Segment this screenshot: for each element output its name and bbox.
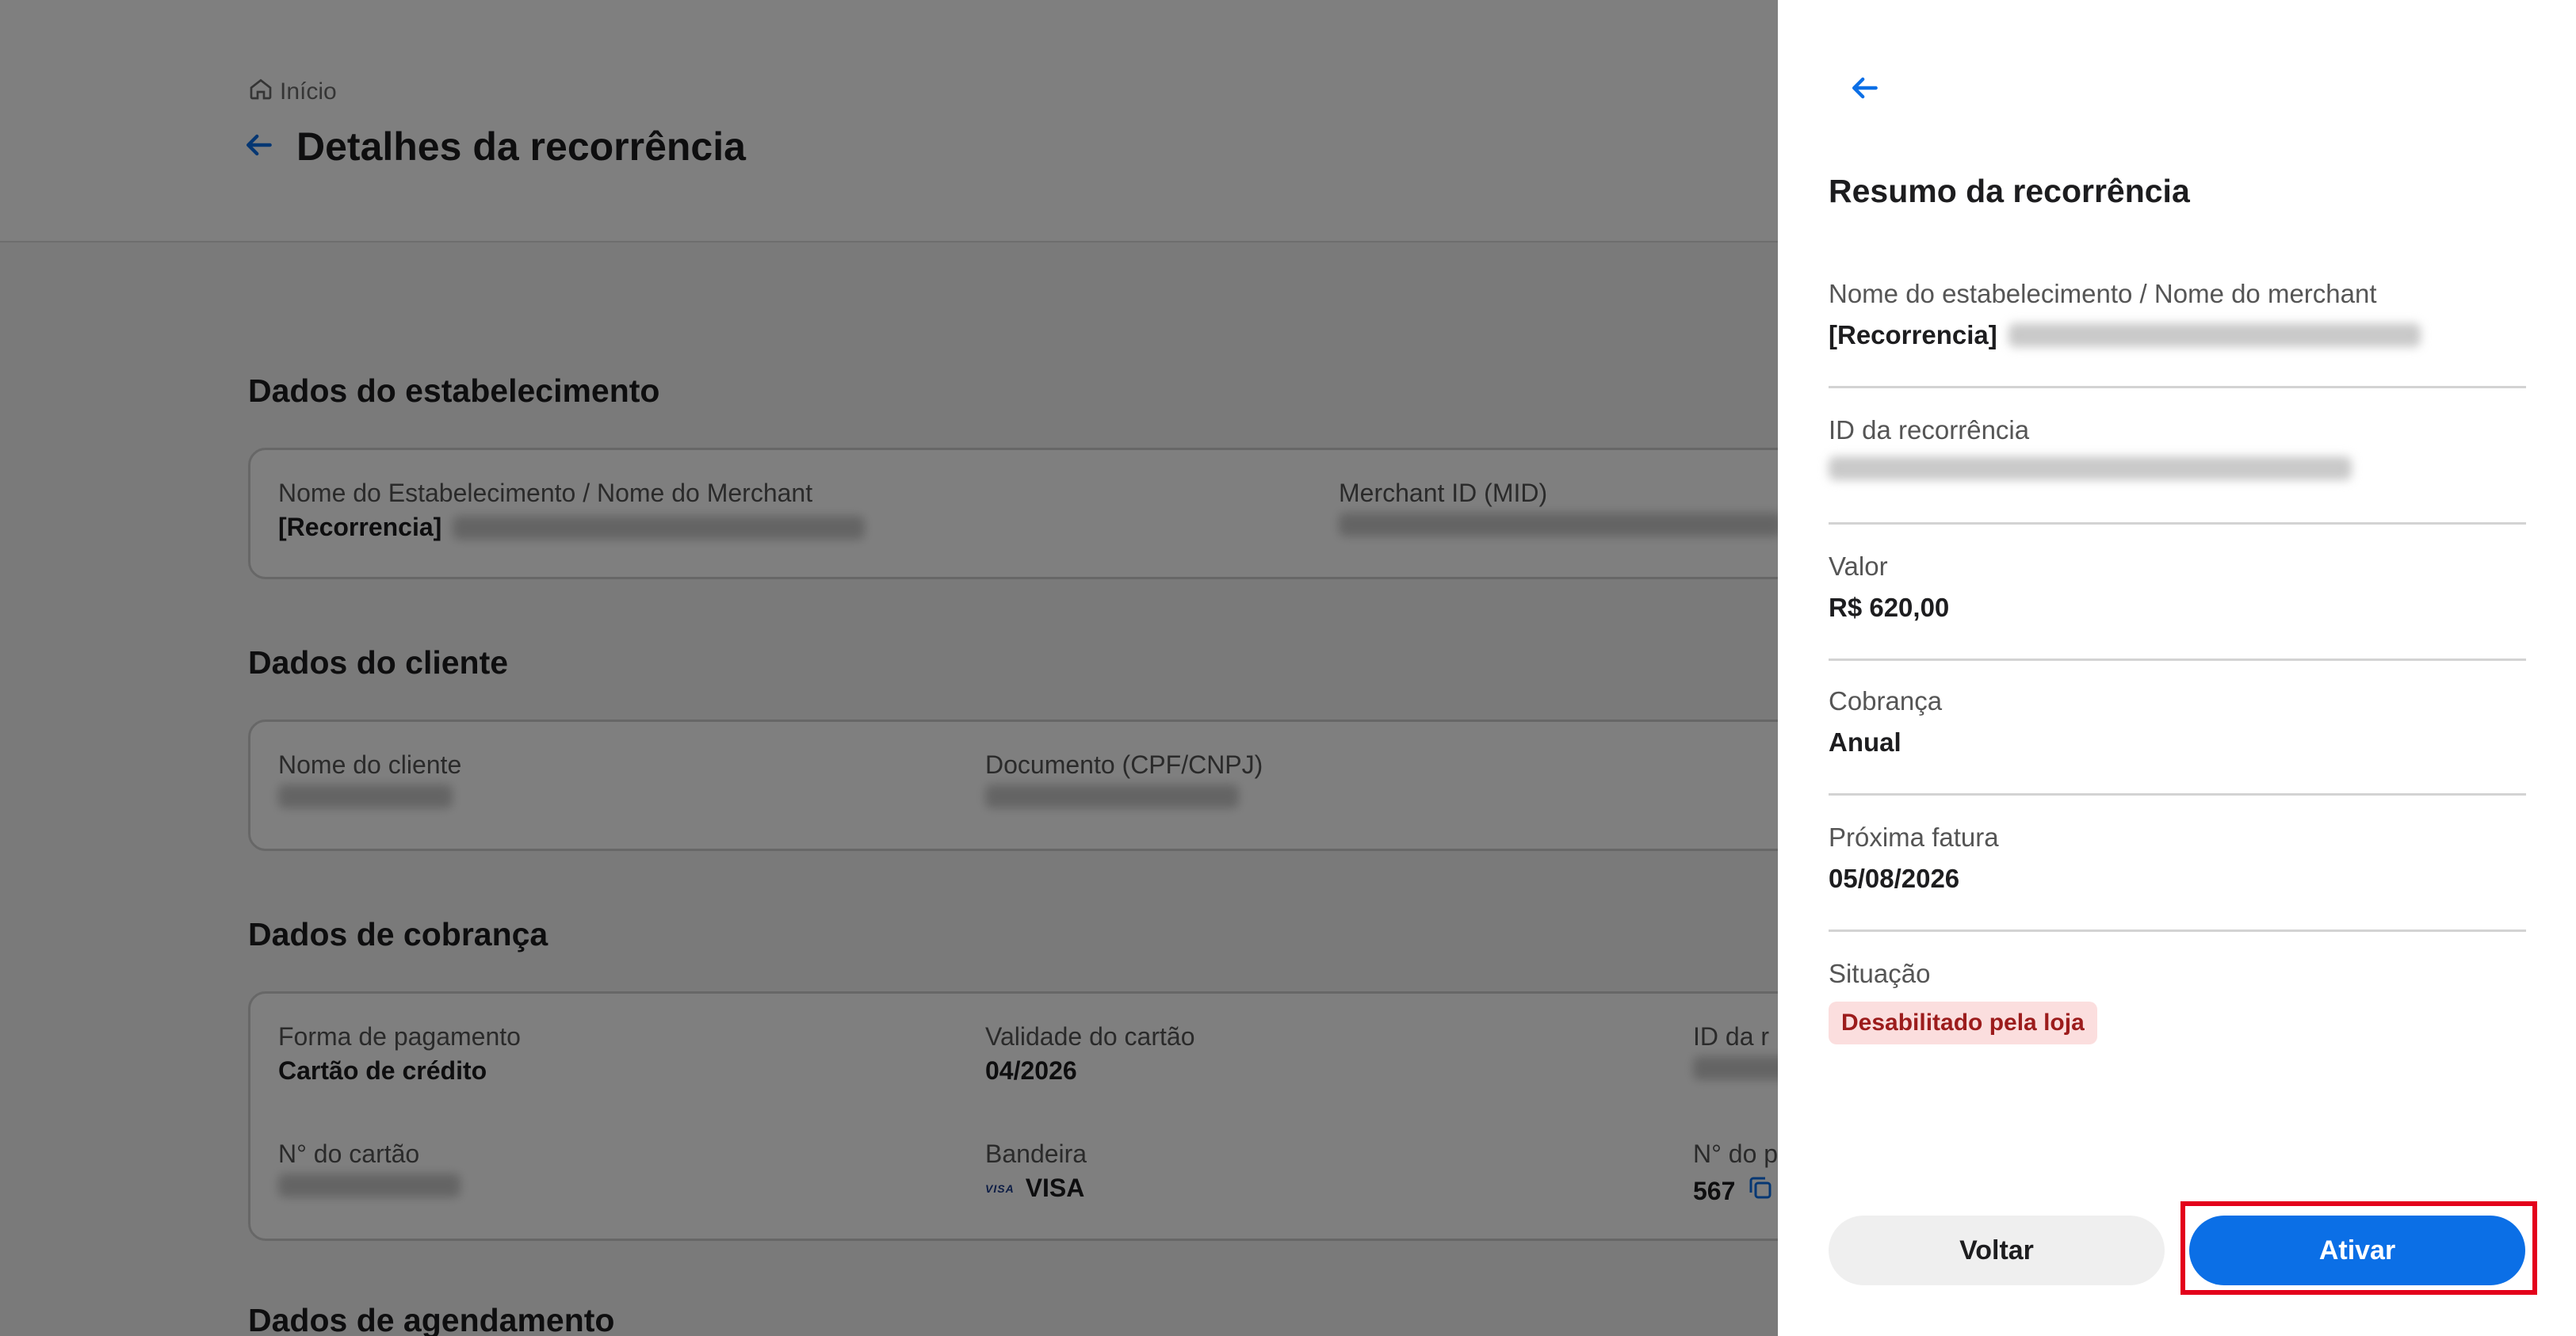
summary-value-field: Valor R$ 620,00 xyxy=(1829,552,2526,661)
field-value: [Recorrencia] xyxy=(1829,320,1997,349)
arrow-left-icon[interactable] xyxy=(1843,67,1886,109)
activate-button-highlight xyxy=(2180,1201,2537,1295)
field-value: Anual xyxy=(1829,727,1901,757)
summary-id-field: ID da recorrência xyxy=(1829,415,2526,525)
recurrence-summary-panel: Resumo da recorrência Nome do estabeleci… xyxy=(1778,0,2576,1336)
field-label: Valor xyxy=(1829,552,1888,581)
field-label: ID da recorrência xyxy=(1829,415,2030,445)
back-button[interactable]: Voltar xyxy=(1829,1216,2165,1285)
redacted-value xyxy=(1829,456,2352,480)
summary-merchant-field: Nome do estabelecimento / Nome do mercha… xyxy=(1829,279,2526,388)
field-label: Situação xyxy=(1829,959,1931,988)
panel-title: Resumo da recorrência xyxy=(1829,173,2190,209)
redacted-value xyxy=(2008,323,2421,347)
summary-status-field: Situação Desabilitado pela loja xyxy=(1829,959,2526,1062)
summary-billing-field: Cobrança Anual xyxy=(1829,686,2526,796)
field-value: R$ 620,00 xyxy=(1829,593,1950,622)
status-badge: Desabilitado pela loja xyxy=(1829,1002,2097,1044)
field-label: Próxima fatura xyxy=(1829,823,1999,852)
field-label: Cobrança xyxy=(1829,686,1943,716)
field-value: 05/08/2026 xyxy=(1829,864,1960,893)
field-label: Nome do estabelecimento / Nome do mercha… xyxy=(1829,279,2377,308)
summary-next-invoice-field: Próxima fatura 05/08/2026 xyxy=(1829,823,2526,932)
